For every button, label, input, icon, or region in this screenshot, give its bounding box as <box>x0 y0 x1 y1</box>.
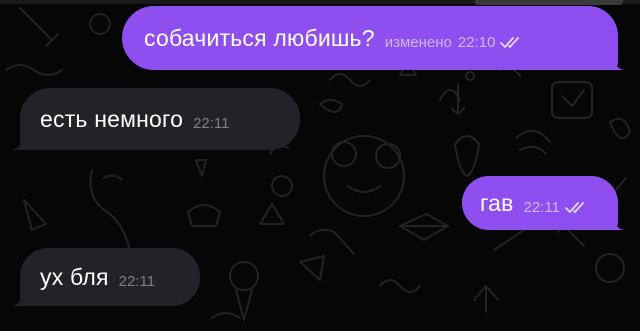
message-time: 22:11 <box>523 199 560 216</box>
message-bubble-outgoing[interactable]: собачиться любишь? изменено 22:10 <box>122 6 618 70</box>
double-check-icon <box>565 201 584 213</box>
chat-background: собачиться любишь? изменено 22:10 есть н… <box>0 0 640 331</box>
message-text: гав <box>480 189 514 216</box>
message-time: 22:11 <box>118 273 156 290</box>
message-bubble-incoming[interactable]: есть немного 22:11 <box>20 88 300 150</box>
message-meta: 22:11 <box>193 115 229 132</box>
bubble-tail <box>610 216 624 230</box>
message-text: есть немного <box>40 105 184 132</box>
message-meta: изменено 22:10 <box>385 34 523 51</box>
message-meta: 22:11 <box>524 199 587 216</box>
message-text: ух бля <box>40 263 109 290</box>
message-time: 22:10 <box>457 34 496 51</box>
message-bubble-outgoing[interactable]: гав 22:11 <box>462 176 618 230</box>
previous-message-edge <box>475 0 623 5</box>
message-bubble-incoming[interactable]: ух бля 22:11 <box>20 248 200 306</box>
bubble-tail <box>12 292 26 306</box>
bubble-tail <box>610 56 624 70</box>
edited-label: изменено <box>384 34 452 51</box>
message-meta: 22:11 <box>119 273 155 290</box>
bubble-tail <box>12 136 26 150</box>
double-check-icon <box>500 36 520 48</box>
message-text: собачиться любишь? <box>144 24 375 51</box>
message-time: 22:11 <box>193 115 230 132</box>
